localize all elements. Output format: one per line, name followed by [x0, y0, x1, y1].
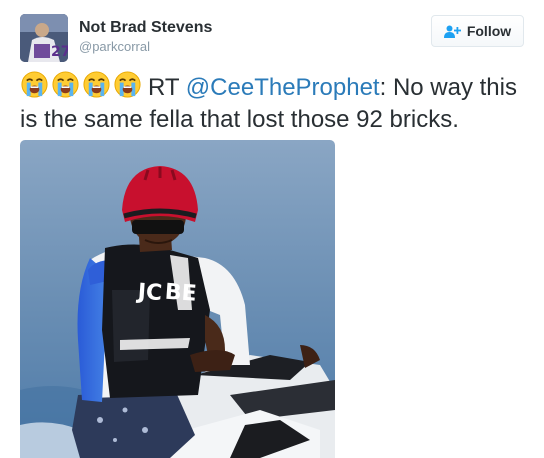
- retweet-prefix: RT: [148, 74, 180, 101]
- display-name[interactable]: Not Brad Stevens: [79, 19, 212, 37]
- follow-button[interactable]: Follow: [431, 15, 524, 47]
- add-person-icon: [443, 25, 461, 38]
- svg-text:27: 27: [51, 44, 68, 60]
- tweet-photo[interactable]: JC BE: [20, 140, 335, 458]
- avatar[interactable]: 27: [20, 14, 68, 62]
- loudly-crying-face-icon: [21, 71, 48, 98]
- tweet-text: RT @CeeTheProphet: No way this is the sa…: [20, 70, 530, 136]
- profile-photo-icon: 27: [20, 14, 68, 62]
- svg-text:JC: JC: [135, 279, 163, 306]
- emoji-group: [20, 70, 142, 99]
- tweet-card: 27 Not Brad Stevens @parkcorral Follow R…: [0, 0, 544, 458]
- loudly-crying-face-icon: [52, 71, 79, 98]
- mention-link[interactable]: @CeeTheProphet: [186, 74, 380, 101]
- loudly-crying-face-icon: [83, 71, 110, 98]
- follow-label: Follow: [466, 23, 512, 39]
- username-handle[interactable]: @parkcorral: [79, 39, 150, 54]
- loudly-crying-face-icon: [114, 71, 141, 98]
